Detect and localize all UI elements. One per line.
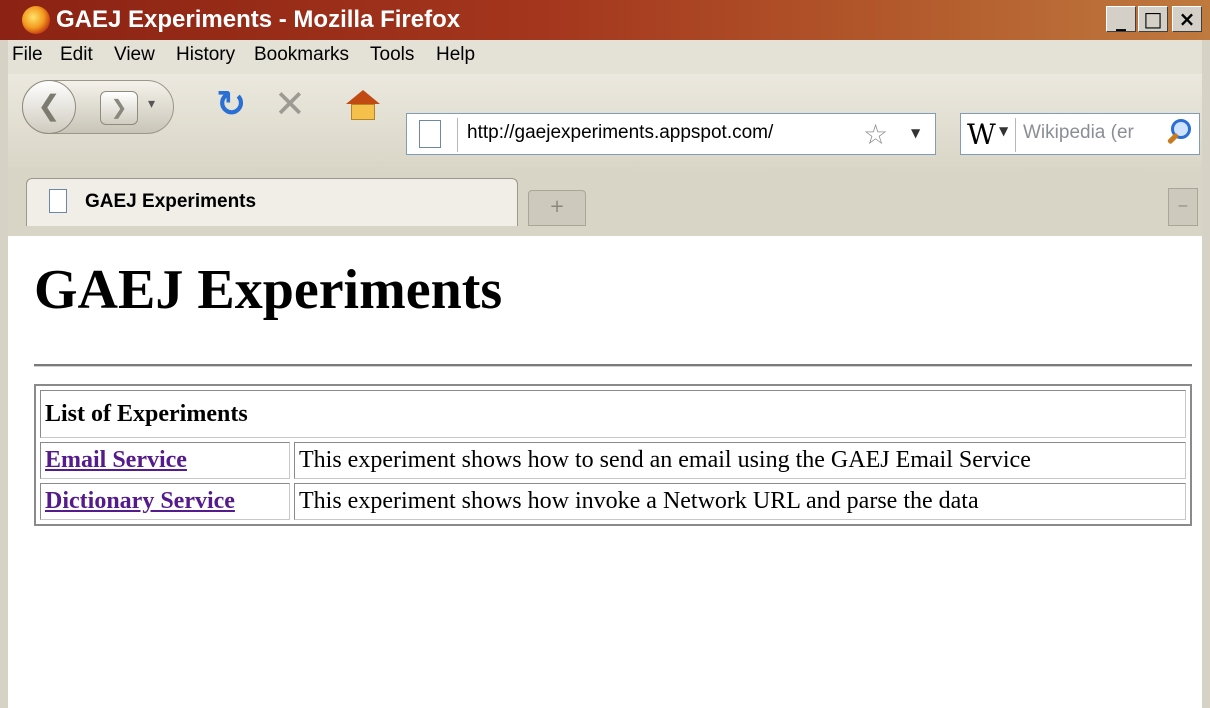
menu-view[interactable]: View (114, 44, 155, 66)
menu-file[interactable]: File (12, 44, 43, 66)
table-header-row: List of Experiments (40, 390, 1186, 438)
url-input[interactable]: http://gaejexperiments.appspot.com/ (467, 122, 773, 144)
table-row: Email Service This experiment shows how … (40, 442, 1186, 479)
search-divider (1015, 118, 1016, 152)
window-title: GAEJ Experiments - Mozilla Firefox (56, 6, 461, 33)
menu-edit[interactable]: Edit (60, 44, 93, 66)
search-engine-dropdown-icon[interactable]: ▼ (999, 124, 1008, 138)
home-icon[interactable] (346, 90, 380, 104)
history-dropdown-icon[interactable]: ▾ (148, 96, 155, 112)
tab-label: GAEJ Experiments (85, 191, 257, 212)
search-icon[interactable] (1167, 119, 1191, 143)
horizontal-rule (34, 364, 1192, 367)
table-cell-description: This experiment shows how invoke a Netwo… (294, 483, 1186, 520)
back-icon[interactable]: ❮ (22, 80, 76, 134)
new-tab-button[interactable]: + (528, 190, 586, 226)
tab-gaej-experiments[interactable]: GAEJ Experiments (26, 178, 518, 226)
table-header: List of Experiments (40, 390, 1186, 438)
tab-bar: GAEJ Experiments + – (8, 172, 1202, 237)
url-divider (457, 118, 458, 152)
page-icon (419, 120, 441, 148)
navigation-toolbar: ❮ ❯ ▾ ↻ ✕ http://gaejexperiments.appspot… (8, 74, 1202, 173)
minimize-button[interactable]: _ (1106, 6, 1136, 32)
menu-history[interactable]: History (176, 44, 235, 66)
table-cell-description: This experiment shows how to send an ema… (294, 442, 1186, 479)
list-all-tabs-button[interactable]: – (1168, 188, 1198, 226)
forward-icon[interactable]: ❯ (100, 91, 138, 125)
menu-tools[interactable]: Tools (370, 44, 414, 66)
reload-icon[interactable]: ↻ (216, 84, 246, 125)
menu-bookmarks[interactable]: Bookmarks (254, 44, 349, 66)
url-dropdown-icon[interactable]: ▼ (911, 126, 920, 140)
browser-window: GAEJ Experiments - Mozilla Firefox _ □ ×… (0, 0, 1210, 708)
title-bar: GAEJ Experiments - Mozilla Firefox _ □ × (0, 0, 1210, 40)
wikipedia-icon[interactable]: W (967, 118, 996, 151)
menu-help[interactable]: Help (436, 44, 475, 66)
search-bar[interactable]: W ▼ Wikipedia (er (960, 113, 1200, 155)
firefox-logo-icon (22, 6, 50, 34)
bookmark-star-icon[interactable]: ☆ (863, 118, 888, 151)
close-button[interactable]: × (1172, 6, 1202, 32)
email-service-link[interactable]: Email Service (45, 447, 187, 473)
table-cell-link: Email Service (40, 442, 290, 479)
maximize-button[interactable]: □ (1138, 6, 1168, 32)
search-input[interactable]: Wikipedia (er (1023, 122, 1134, 144)
menu-bar: File Edit View History Bookmarks Tools H… (8, 40, 1202, 74)
table-row: Dictionary Service This experiment shows… (40, 483, 1186, 520)
dictionary-service-link[interactable]: Dictionary Service (45, 488, 235, 514)
experiments-table: List of Experiments Email Service This e… (34, 384, 1192, 526)
tab-page-icon (49, 189, 67, 213)
page-title: GAEJ Experiments (34, 259, 503, 321)
url-bar[interactable]: http://gaejexperiments.appspot.com/ ☆ ▼ (406, 113, 936, 155)
page-content: GAEJ Experiments List of Experiments Ema… (8, 236, 1202, 708)
home-icon-body[interactable] (351, 104, 375, 120)
stop-icon[interactable]: ✕ (274, 82, 306, 126)
table-cell-link: Dictionary Service (40, 483, 290, 520)
